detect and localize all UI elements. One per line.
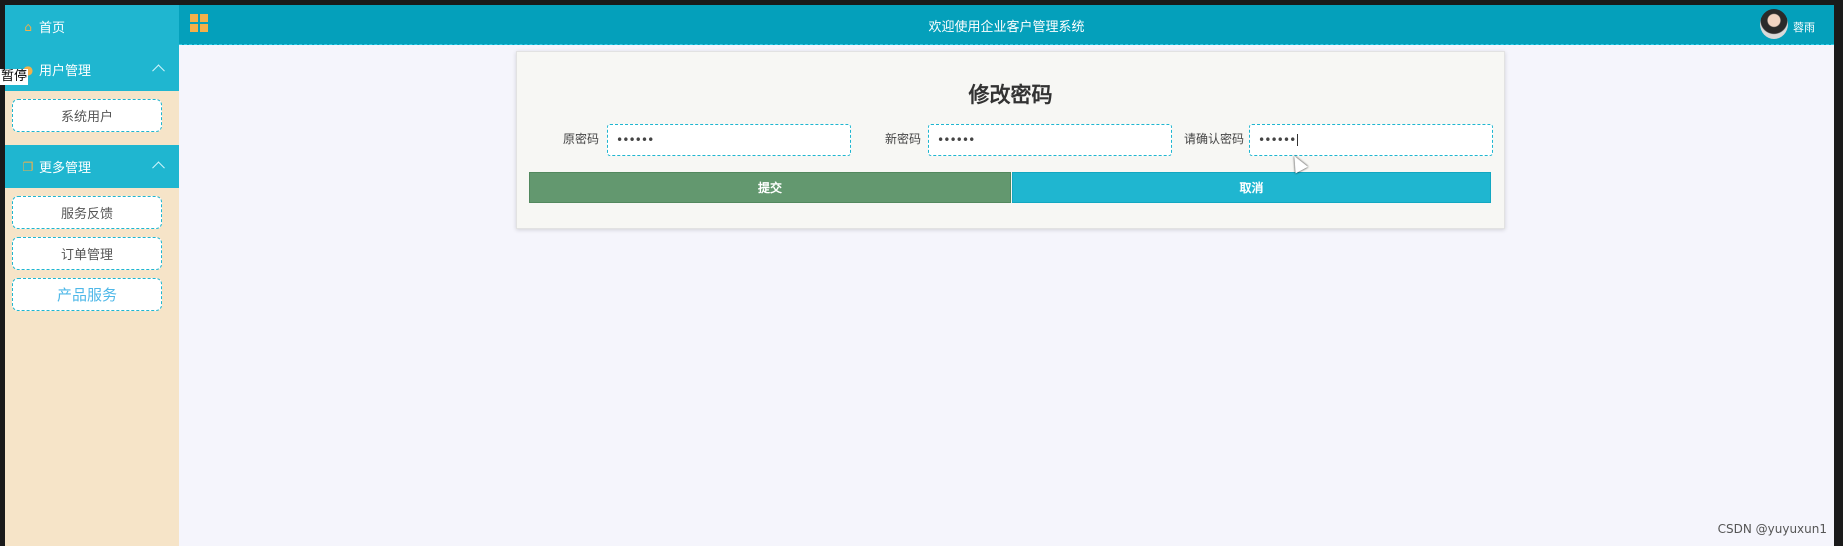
chevron-up-icon bbox=[152, 64, 165, 78]
avatar[interactable] bbox=[1760, 9, 1788, 39]
new-password-field[interactable]: •••••• bbox=[928, 124, 1172, 156]
sidebar-item-service-feedback[interactable]: 服务反馈 bbox=[12, 196, 162, 229]
chevron-up-icon bbox=[152, 161, 165, 175]
watermark: CSDN @yuyuxun1 bbox=[1717, 522, 1827, 536]
submit-button[interactable]: 提交 bbox=[529, 172, 1011, 203]
page-title: 修改密码 bbox=[968, 83, 1053, 107]
new-password-label: 新密码 bbox=[884, 132, 921, 146]
sidebar-group-more-management[interactable]: ❐ 更多管理 bbox=[5, 145, 179, 188]
sidebar-item-order-management[interactable]: 订单管理 bbox=[12, 237, 162, 270]
sidebar-group-label: 更多管理 bbox=[39, 161, 92, 176]
confirm-password-label: 请确认密码 bbox=[1183, 132, 1244, 146]
old-password-field[interactable]: •••••• bbox=[607, 124, 851, 156]
sidebar-group-label: 用户管理 bbox=[39, 64, 92, 79]
copy-icon: ❐ bbox=[22, 159, 34, 174]
change-password-card: 修改密码 原密码 •••••• 新密码 •••••• 请确认密码 •••••• … bbox=[516, 51, 1505, 229]
window-frame-right bbox=[1834, 0, 1843, 546]
cancel-button[interactable]: 取消 bbox=[1012, 172, 1491, 203]
confirm-password-field[interactable]: •••••• bbox=[1249, 124, 1493, 156]
old-password-label: 原密码 bbox=[562, 132, 599, 146]
sidebar: ⌂ 首页 ● 用户管理 系统用户 ❐ 更多管理 服务反馈 订单管理 产品服务 bbox=[5, 5, 179, 546]
sidebar-group-user-management[interactable]: ● 用户管理 bbox=[5, 48, 179, 91]
confirm-password-value: •••••• bbox=[1258, 133, 1296, 147]
sidebar-item-home[interactable]: ⌂ 首页 bbox=[5, 5, 179, 48]
new-password-value: •••••• bbox=[937, 133, 975, 147]
text-caret bbox=[1297, 134, 1299, 146]
sidebar-item-label: 首页 bbox=[39, 21, 66, 36]
pause-overlay-label: 暂停 bbox=[0, 69, 29, 85]
username[interactable]: 蓉雨 bbox=[1793, 19, 1815, 35]
top-header: 欢迎使用企业客户管理系统 蓉雨 bbox=[179, 5, 1834, 45]
old-password-value: •••••• bbox=[616, 133, 654, 147]
sidebar-item-product-service[interactable]: 产品服务 bbox=[12, 278, 162, 311]
header-title: 欢迎使用企业客户管理系统 bbox=[928, 20, 1085, 35]
home-icon: ⌂ bbox=[24, 19, 32, 34]
sidebar-item-system-users[interactable]: 系统用户 bbox=[12, 99, 162, 132]
